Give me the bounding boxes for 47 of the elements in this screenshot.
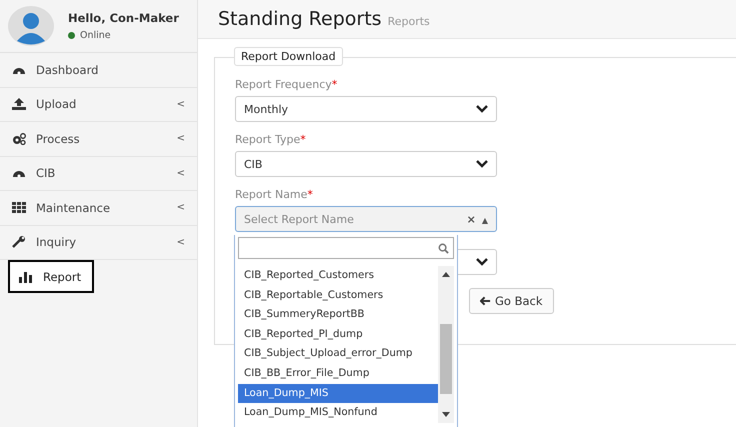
gears-icon bbox=[12, 132, 26, 145]
grid-icon bbox=[12, 202, 26, 214]
scrollbar[interactable] bbox=[438, 266, 454, 423]
upload-icon bbox=[12, 98, 26, 110]
page-title: Standing Reports bbox=[218, 8, 382, 30]
user-greeting: Hello, Con-Maker bbox=[68, 11, 179, 25]
chevron-down-icon bbox=[476, 105, 488, 113]
avatar-icon bbox=[8, 6, 54, 46]
dropdown-option[interactable]: CIB_Subject_Upload_error_Dump bbox=[238, 344, 438, 364]
field-label: Report Type* bbox=[235, 133, 307, 146]
select-field[interactable]: Monthly bbox=[235, 96, 497, 122]
scroll-down-icon bbox=[442, 412, 450, 417]
panel-legend: Report Download bbox=[234, 47, 343, 66]
field-label: Report Name* bbox=[235, 188, 314, 201]
search-icon bbox=[438, 242, 449, 254]
sidebar-item[interactable]: Dashboard bbox=[0, 53, 197, 88]
dropdown-option[interactable]: CIB_SummeryReportBB bbox=[238, 305, 438, 325]
caret-icon: < bbox=[176, 98, 185, 110]
dropdown-option[interactable]: Loan_Dump_MIS bbox=[238, 384, 438, 404]
arrow-left-icon bbox=[480, 296, 491, 306]
sidebar-item[interactable]: Report bbox=[8, 260, 94, 293]
back-button[interactable]: Go Back bbox=[469, 288, 554, 314]
wrench-icon bbox=[12, 236, 26, 248]
status-text: Online bbox=[80, 30, 111, 41]
sidebar-item[interactable]: Process < bbox=[0, 122, 197, 156]
dropdown-option[interactable]: CIB_Reported_PI_dump bbox=[238, 324, 438, 344]
select-field[interactable]: Select Report Name × ▲ bbox=[235, 206, 497, 232]
caret-icon: < bbox=[176, 168, 185, 179]
dropdown-option[interactable]: CIB_Reportable_Customers bbox=[238, 286, 438, 306]
dropdown-option[interactable]: Loan_Dump_MIS_Nonfund bbox=[238, 403, 438, 423]
sidebar-item[interactable]: Upload < bbox=[0, 88, 197, 122]
sidebar-item[interactable]: Maintenance < bbox=[0, 191, 197, 226]
status-dot bbox=[68, 32, 75, 39]
dropdown-option[interactable]: CIB_BB_Error_File_Dump bbox=[238, 364, 438, 384]
dropdown-option[interactable]: CIB_Reported_Customers bbox=[238, 266, 438, 286]
chevron-down-icon bbox=[476, 258, 488, 266]
chevron-down-icon bbox=[476, 160, 488, 168]
sidebar-item[interactable]: CIB < bbox=[0, 156, 197, 191]
page-subtitle: Reports bbox=[388, 15, 430, 28]
bar-chart-icon bbox=[19, 270, 33, 282]
caret-icon: < bbox=[176, 236, 185, 248]
search-field[interactable] bbox=[238, 237, 454, 259]
caret-icon: < bbox=[176, 133, 185, 144]
caret-icon: < bbox=[176, 202, 185, 214]
select-field[interactable]: CIB bbox=[235, 151, 497, 177]
scroll-up-icon bbox=[442, 272, 450, 277]
field-label: Report Frequency* bbox=[235, 78, 338, 91]
